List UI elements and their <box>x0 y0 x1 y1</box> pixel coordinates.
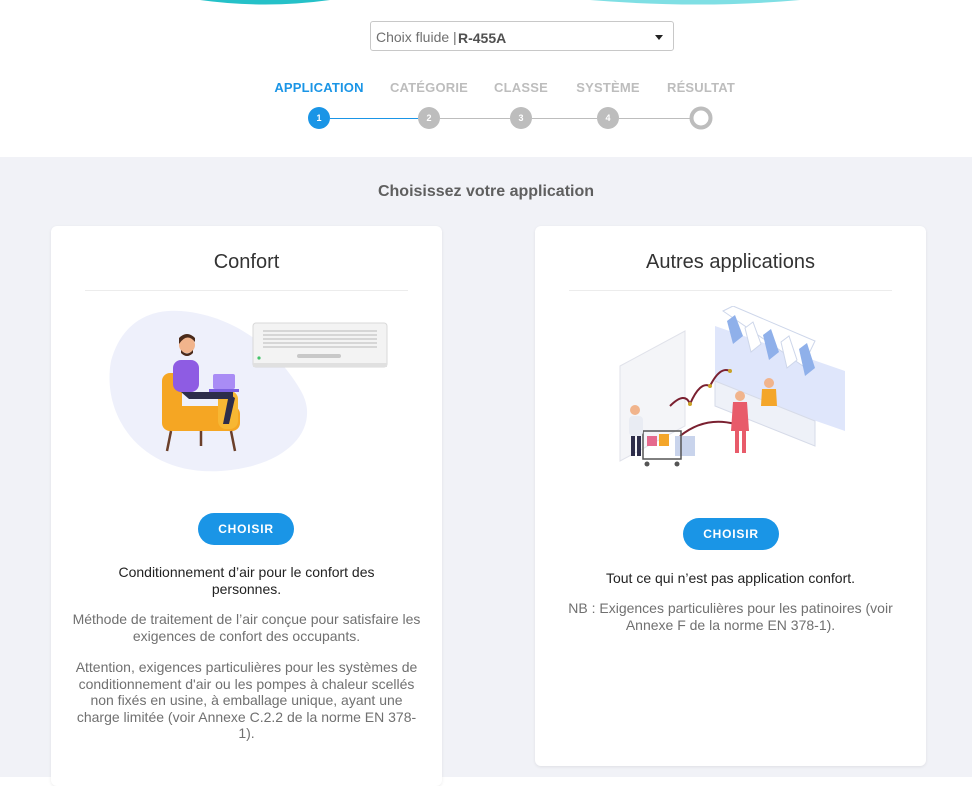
fluid-select[interactable]: Choix fluide | R-455A <box>370 21 674 51</box>
step-label-resultat: RÉSULTAT <box>666 80 736 95</box>
page-title: Choisissez votre application <box>377 183 595 200</box>
card-divider <box>569 290 892 291</box>
step-label-classe: CLASSE <box>494 80 548 95</box>
step-label-categorie: CATÉGORIE <box>389 80 469 95</box>
header-decoration <box>200 0 800 5</box>
card-description: Conditionnement d’air pour le confort de… <box>118 564 375 597</box>
card-note: NB : Exigences particulières pour les pa… <box>568 600 893 633</box>
fluid-select-label: Choix fluide | <box>376 29 457 45</box>
step-result-circle <box>689 106 713 130</box>
card-divider <box>85 290 408 291</box>
card-description: Tout ce qui n’est pas application confor… <box>605 570 856 586</box>
card-autres-applications: Autres applications CHOISIR Tout ce qui … <box>535 226 926 766</box>
step-connector <box>532 118 597 119</box>
choose-autres-button[interactable]: CHOISIR <box>683 518 779 550</box>
step-connector <box>440 118 510 119</box>
step-label-application: APPLICATION <box>274 80 364 95</box>
fluid-select-value: R-455A <box>458 30 507 46</box>
step-connector <box>330 118 418 119</box>
chevron-down-icon <box>655 35 663 40</box>
step-4-circle: 4 <box>597 107 619 129</box>
card-title: Confort <box>213 251 280 273</box>
choose-confort-button[interactable]: CHOISIR <box>198 513 294 545</box>
step-2-circle: 2 <box>418 107 440 129</box>
comfort-illustration <box>109 310 388 472</box>
step-label-systeme: SYSTÈME <box>576 80 640 95</box>
step-1-circle[interactable]: 1 <box>308 107 330 129</box>
card-warning: Attention, exigences particulières pour … <box>75 659 418 741</box>
card-title: Autres applications <box>646 251 815 273</box>
step-3-circle: 3 <box>510 107 532 129</box>
card-note: Méthode de traitement de l’air conçue po… <box>72 611 421 644</box>
card-confort: Confort CHOISIR Conditionnement d’air po… <box>51 226 442 786</box>
step-connector <box>619 118 690 119</box>
shop-illustration <box>619 306 845 467</box>
